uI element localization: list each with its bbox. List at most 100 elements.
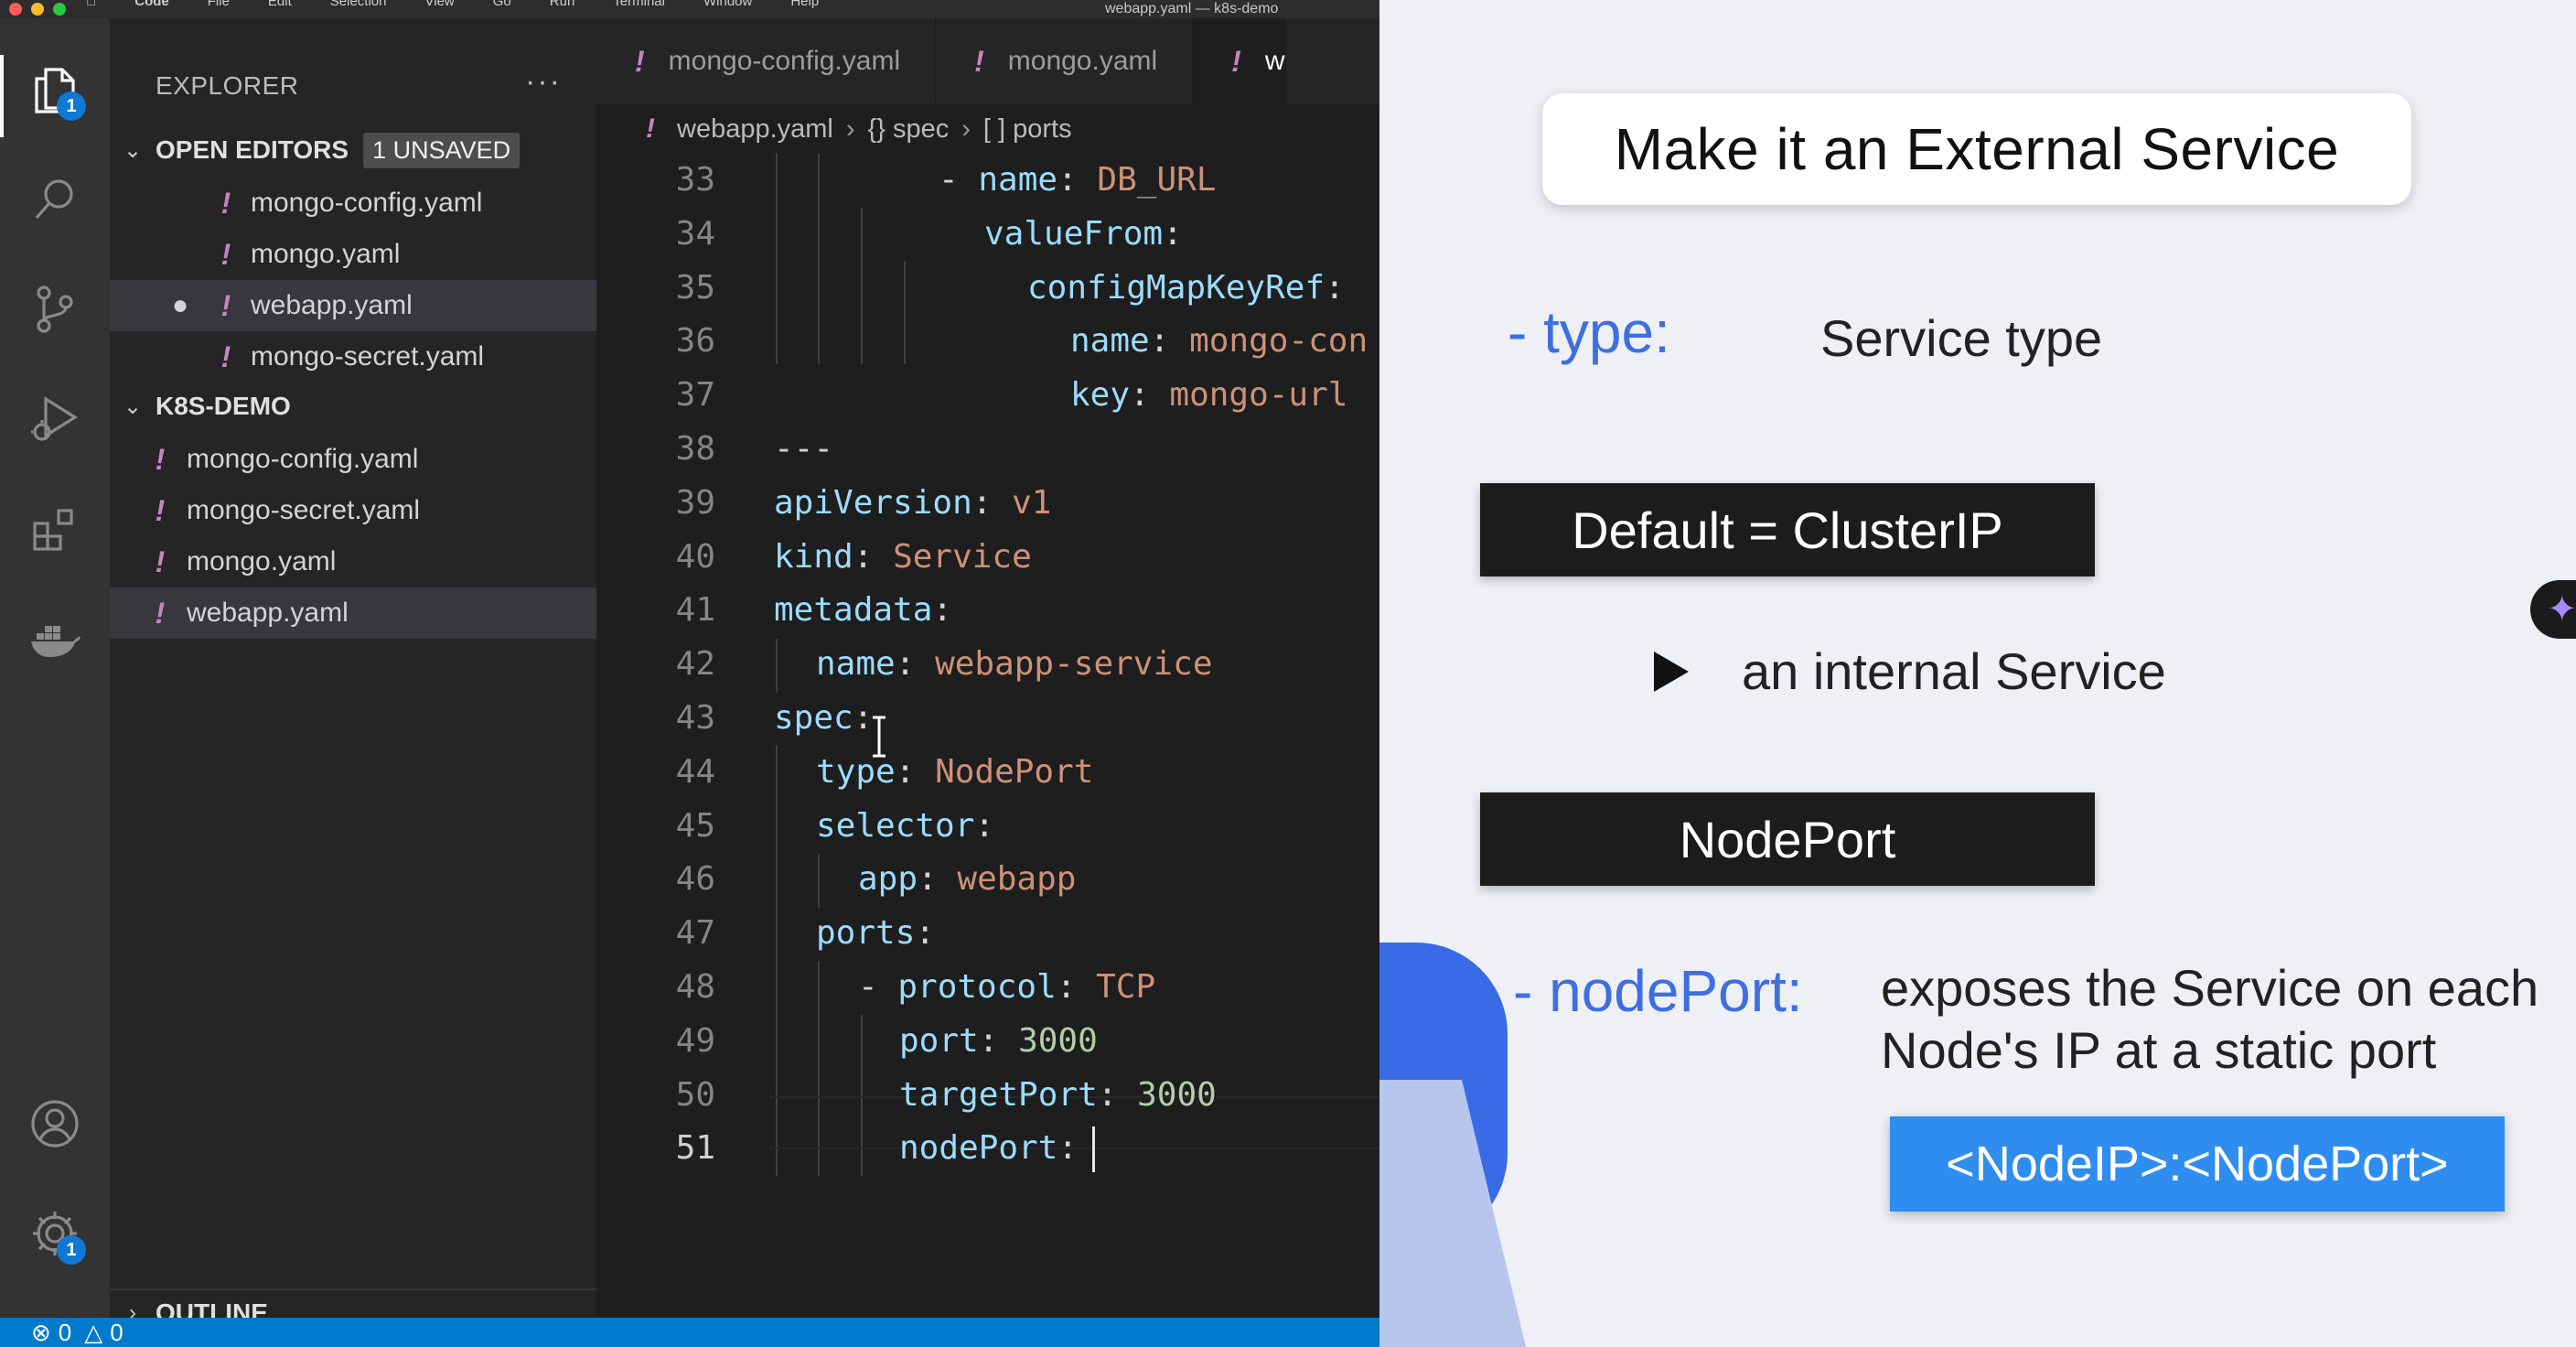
menu-edit[interactable]: Edit [268,0,292,11]
line-number: 38 [675,430,715,468]
open-editors-section[interactable]: ⌄ OPEN EDITORS 1 UNSAVED [110,126,596,174]
warning-count[interactable]: 0 [110,1319,123,1347]
text-caret [1092,1126,1096,1173]
project-section[interactable]: ⌄ K8S-DEMO [110,383,596,430]
editor-tabs: ! mongo-config.yaml ! mongo.yaml ! w [596,18,1379,104]
tab-label: mongo.yaml [1007,46,1158,76]
file-tree-item[interactable]: ! mongo-secret.yaml [110,485,596,536]
tab-label: mongo-config.yaml [668,46,901,76]
menu-file[interactable]: File [208,0,230,11]
close-window-button[interactable] [9,3,22,16]
account-icon[interactable] [20,1089,90,1158]
menu-selection[interactable]: Selection [330,0,387,11]
code-line: valueFrom: [984,214,1183,253]
zoom-window-button[interactable] [53,3,66,16]
code-line: kind: Service [774,537,1032,576]
settings-gear-icon[interactable]: 1 [20,1199,90,1268]
slide-title: Make it an External Service [1542,93,2411,205]
chevron-down-icon: ⌄ [123,137,143,163]
yaml-file-icon: ! [155,442,166,476]
breadcrumb-ports[interactable]: [ ] ports [983,114,1072,145]
open-editor-item[interactable]: ! mongo-config.yaml [110,178,596,229]
code-line-current: nodePort: [899,1122,1096,1176]
line-number: 42 [675,645,715,684]
open-editor-item[interactable]: ! mongo-secret.yaml [110,331,596,383]
warning-icon[interactable]: △ [84,1319,102,1347]
settings-badge: 1 [57,1235,86,1265]
file-tree-item-active[interactable]: ! webapp.yaml [110,587,596,639]
indent-guide [861,208,863,364]
unsaved-dot-icon[interactable]: ● [166,290,194,321]
vscode-window: 1 1 EXPLORER ··· ⌄ OPEN EDITORS 1 UNSAVE… [0,18,1379,1347]
code-line: --- [774,430,834,468]
line-number: 35 [675,268,715,307]
yaml-file-icon: ! [220,288,231,322]
run-debug-icon[interactable] [20,384,90,454]
file-name: mongo-config.yaml [187,444,419,474]
line-number: 50 [675,1075,715,1114]
source-control-icon[interactable] [20,275,90,344]
line-number: 36 [675,322,715,361]
open-editor-item-active[interactable]: ● ! webapp.yaml [110,280,596,331]
breadcrumb-spec[interactable]: {} spec [868,114,950,145]
file-name: mongo.yaml [251,239,401,269]
code-line: - protocol: TCP [858,968,1156,1006]
search-icon[interactable] [20,165,90,234]
status-bar: ⊗ 0 △ 0 [0,1318,1379,1347]
breadcrumb: ! webapp.yaml › {} spec › [ ] ports [596,104,1379,154]
more-actions-icon[interactable]: ··· [525,64,562,100]
code-editor[interactable]: 33 34 35 36 37 38 39 40 41 42 43 44 45 4… [596,154,1379,1252]
error-count[interactable]: 0 [59,1319,71,1347]
code-line: name: webapp-service [816,645,1213,684]
menu-go[interactable]: Go [493,0,511,11]
yaml-file-icon: ! [220,339,231,373]
active-indicator [0,55,4,137]
type-description: Service type [1820,309,2103,367]
macos-menubar:  Code File Edit Selection View Go Run T… [0,0,1379,18]
yaml-file-icon: ! [155,544,166,578]
menu-run[interactable]: Run [550,0,575,11]
breadcrumb-file[interactable]: webapp.yaml [677,114,833,145]
menu-code[interactable]: Code [134,0,169,11]
line-number: 48 [675,968,715,1006]
menu-help[interactable]: Help [790,0,819,11]
tab-webapp[interactable]: ! w [1193,18,1286,104]
yaml-file-icon: ! [220,237,231,271]
error-icon[interactable]: ⊗ [31,1319,51,1347]
file-name: mongo-secret.yaml [187,495,421,525]
explorer-title: EXPLORER [156,71,299,100]
code-line: apiVersion: v1 [774,483,1052,522]
tab-mongo[interactable]: ! mongo.yaml [936,18,1194,104]
tab-label: w [1264,46,1285,76]
window-title: webapp.yaml — k8s-demo [1105,1,1279,16]
code-line: configMapKeyRef: [1027,268,1345,307]
minimize-window-button[interactable] [31,3,44,16]
indent-guide [776,639,778,693]
code-line: app: webapp [858,860,1077,899]
open-editor-item[interactable]: ! mongo.yaml [110,229,596,280]
nodeip-nodeport-box: <NodeIP>:<NodePort> [1890,1116,2505,1212]
breadcrumb-separator-icon: › [845,113,855,144]
sparkle-icon[interactable]: ✦ [2530,580,2576,639]
line-number: 33 [675,161,715,199]
type-label: - type: [1508,299,1670,365]
file-name: webapp.yaml [187,598,349,628]
explorer-icon[interactable]: 1 [20,55,90,124]
menu-window[interactable]: Window [703,0,752,11]
yaml-file-icon: ! [646,113,655,144]
tab-mongo-config[interactable]: ! mongo-config.yaml [596,18,937,104]
file-tree-item[interactable]: ! mongo-config.yaml [110,434,596,485]
menu-terminal[interactable]: Terminal [613,0,665,11]
docker-icon[interactable] [20,604,90,674]
line-number: 43 [675,699,715,737]
apple-menu-icon[interactable]:  [86,0,96,11]
line-number: 45 [675,806,715,845]
file-tree-item[interactable]: ! mongo.yaml [110,536,596,587]
yaml-file-icon: ! [1231,44,1241,78]
open-editors-label: OPEN EDITORS [156,135,349,164]
extensions-icon[interactable] [20,494,90,564]
code-line: name: mongo-con [1070,322,1368,361]
menu-view[interactable]: View [425,0,455,11]
breadcrumb-separator-icon: › [961,113,971,144]
indent-guide [818,154,820,364]
